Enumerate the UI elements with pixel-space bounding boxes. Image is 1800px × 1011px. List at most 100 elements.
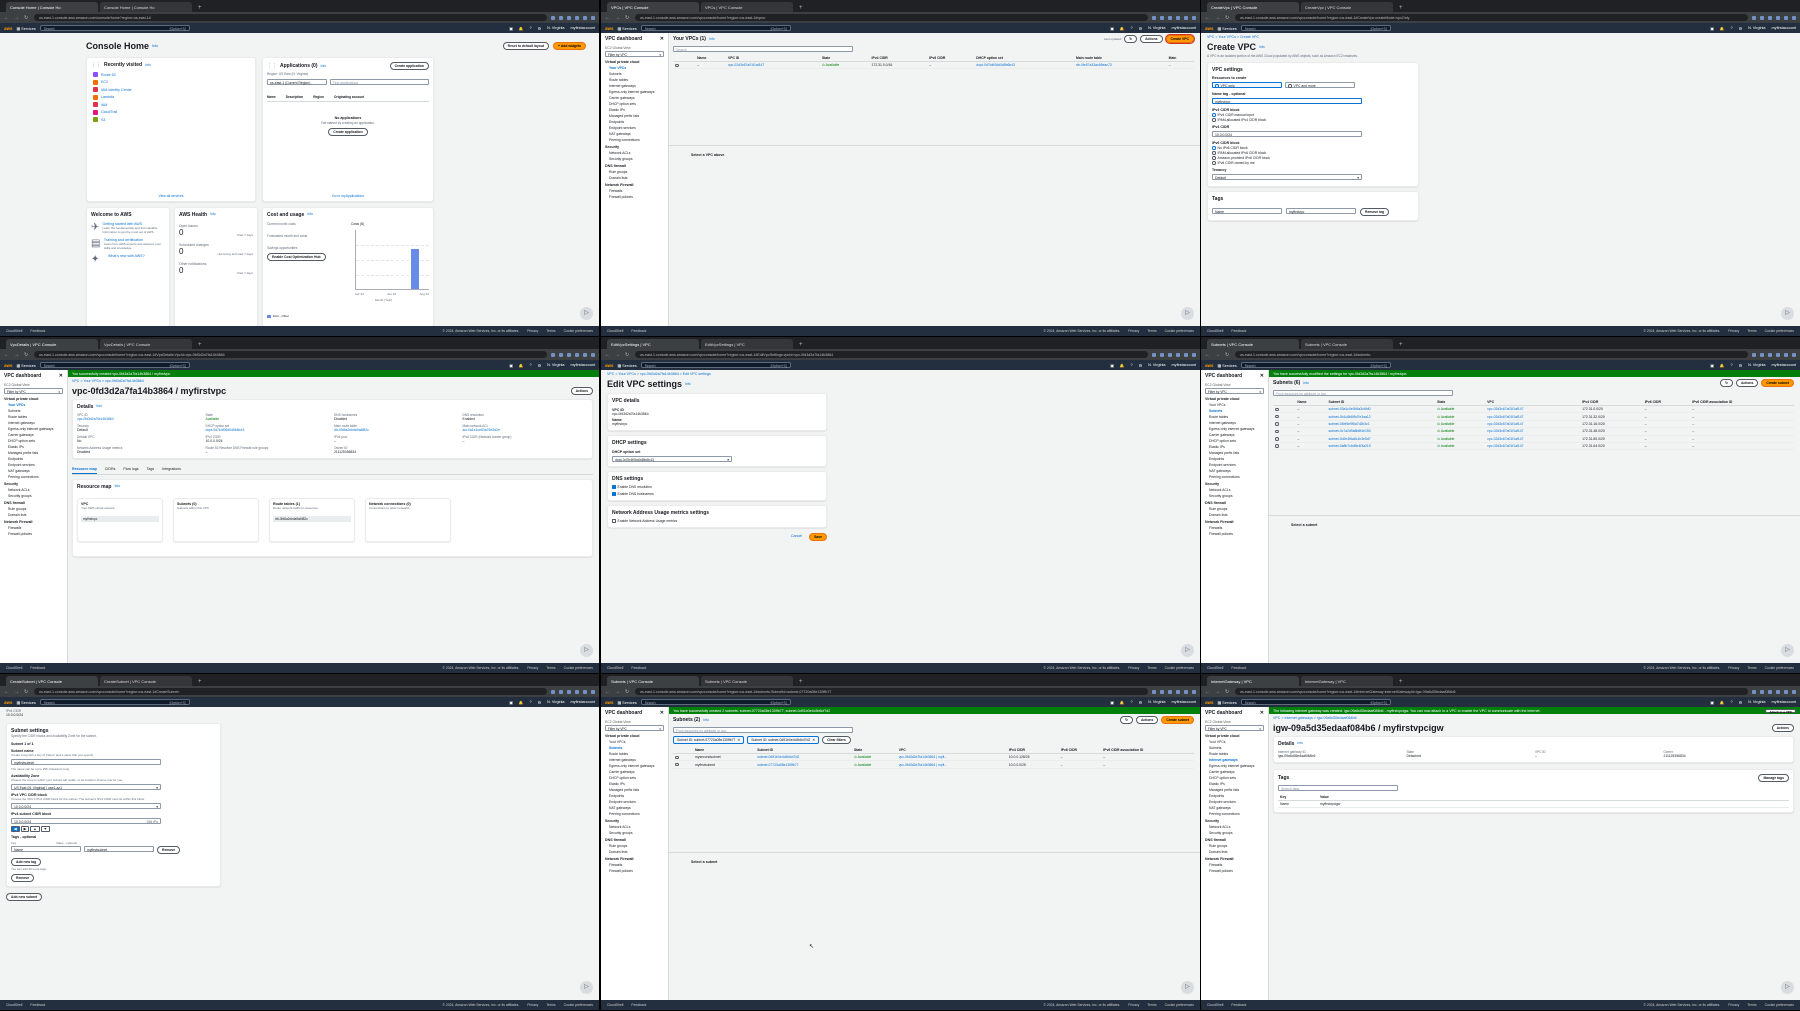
reload-icon[interactable]: ↻ [1225, 689, 1231, 695]
sidebar-title-text[interactable]: VPC dashboard [605, 710, 642, 716]
privacy-link[interactable]: Privacy [527, 1003, 538, 1007]
services-menu-icon[interactable]: ▦ Services [17, 700, 36, 705]
sidebar-item[interactable]: Firewall policies [605, 868, 664, 874]
terms-link[interactable]: Terms [546, 329, 555, 333]
row-select-cell[interactable] [1273, 427, 1296, 436]
filter-by-vpc-select[interactable]: Filter by VPC ▾ [1205, 725, 1264, 731]
terms-link[interactable]: Terms [1747, 329, 1756, 333]
box-value[interactable]: myfirstvpc [81, 516, 159, 522]
tab-2[interactable]: Flow logs [123, 465, 138, 474]
save-button[interactable]: Save [809, 533, 827, 541]
cloudshell-icon[interactable]: ▣ [1110, 363, 1114, 368]
notifications-icon[interactable]: 🔔 [1120, 700, 1125, 705]
extension-icon[interactable] [1152, 689, 1156, 694]
extension-icon[interactable] [1752, 689, 1756, 694]
tag-value-input[interactable]: myfirstsubnet [84, 846, 154, 852]
table-cell[interactable]: subnet-0d2e4f6a8c1b3e5d7 [1326, 435, 1436, 443]
url-field[interactable]: us-east-1.console.aws.amazon.com/vpccons… [34, 351, 547, 358]
table-cell[interactable]: vpc-02d3c67a01f1af147 [725, 61, 820, 70]
create-subnet-button[interactable]: Create subnet [1761, 379, 1794, 387]
extension-icon[interactable] [575, 689, 579, 694]
info-link[interactable]: Info [1303, 381, 1309, 385]
sidebar-section-0[interactable]: Virtual private cloud [605, 60, 664, 64]
sidebar-title-text[interactable]: VPC dashboard [1205, 373, 1242, 379]
ec2-global-view-link[interactable]: EC2 Global View [1205, 383, 1264, 387]
account-menu[interactable]: myfirstaccount [1772, 26, 1796, 30]
detail-value[interactable]: acl-0a1e1ce63a76e3d2e [463, 428, 589, 432]
ipv6-option[interactable]: IPv6 CIDR owned by me [1212, 161, 1414, 165]
ipv6-option[interactable]: No IPv6 CIDR block [1212, 146, 1414, 150]
feedback-link[interactable]: Feedback [1231, 1003, 1246, 1007]
radio-button[interactable] [1212, 156, 1216, 160]
feedback-link[interactable]: Feedback [631, 666, 646, 670]
service-link[interactable]: CloudTrail [101, 110, 117, 114]
back-icon[interactable]: ← [4, 352, 10, 358]
back-icon[interactable]: ← [605, 689, 611, 695]
cloudshell-icon[interactable]: ▣ [1110, 26, 1114, 31]
find-applications-input[interactable]: Find applications [329, 79, 429, 85]
sidebar-section-1[interactable]: Security [605, 145, 664, 149]
console-search-input[interactable]: Search [Option+S] [1240, 699, 1391, 705]
help-icon[interactable]: ? [1731, 700, 1733, 704]
extension-icon[interactable] [583, 15, 587, 20]
column-header[interactable]: Name [267, 95, 276, 99]
table-row[interactable]: – vpc-02d3c67a01f1af147 ⊙ Available 172.31.… [673, 61, 1194, 70]
reload-icon[interactable]: ↻ [625, 689, 631, 695]
table-cell[interactable]: vpc-02d3c67a01f1af147 [1485, 412, 1581, 421]
cloudshell-link[interactable]: CloudShell [607, 1003, 623, 1007]
info-link[interactable]: Info [114, 484, 120, 490]
url-field[interactable]: us-east-1.console.aws.amazon.com/vpccons… [635, 688, 1148, 695]
table-cell[interactable]: subnet-0a8b7c6d5e4f3a219 [1326, 442, 1436, 451]
new-tab-icon[interactable]: + [1395, 342, 1407, 349]
split-divider[interactable] [669, 145, 1200, 146]
sidebar-section-3[interactable]: Network Firewall [1205, 520, 1264, 524]
account-menu[interactable]: myfirstaccount [1172, 363, 1196, 367]
sidebar-item[interactable]: Security groups [605, 830, 664, 836]
browser-tab-active[interactable]: Subnets | VPC Console [1207, 339, 1299, 349]
extension-icon[interactable] [1760, 352, 1764, 357]
new-tab-icon[interactable]: + [1395, 5, 1407, 12]
privacy-link[interactable]: Privacy [527, 666, 538, 670]
new-tab-icon[interactable]: + [194, 679, 206, 686]
detail-value[interactable]: vpc-0fd3d2a7fa14b3864 [77, 417, 203, 421]
new-tab-icon[interactable]: + [795, 679, 807, 686]
row-checkbox[interactable] [1275, 444, 1279, 448]
feedback-fab-icon[interactable]: ▷ [1181, 307, 1194, 320]
box-value[interactable]: rtb-0fd6a2cbda9a6f82c [273, 516, 351, 522]
cloudshell-icon[interactable]: ▣ [509, 363, 513, 368]
privacy-link[interactable]: Privacy [527, 329, 538, 333]
filter-token[interactable]: Subnet ID: subnet-07720a08e130ffb77 ✕ [673, 736, 745, 744]
extension-icon[interactable] [1776, 689, 1780, 694]
table-cell[interactable]: vpc-02d3c67a01f1af147 [1485, 420, 1581, 429]
privacy-link[interactable]: Privacy [1728, 1003, 1739, 1007]
tags-expander[interactable]: Tags - optional [11, 835, 216, 839]
extension-icon[interactable] [575, 15, 579, 20]
checkbox[interactable] [612, 485, 616, 489]
info-link[interactable]: Info [307, 212, 313, 218]
services-menu-icon[interactable]: ▦ Services [17, 363, 36, 368]
feedback-fab-icon[interactable]: ▷ [1781, 307, 1794, 320]
filter-token[interactable]: Subnet ID: subnet-0d91b0e4c5b6cf7d2 ✕ [747, 736, 820, 744]
checkbox[interactable] [612, 519, 616, 523]
aws-logo-icon[interactable]: aws [1205, 700, 1214, 705]
back-icon[interactable]: ← [1205, 352, 1211, 358]
browser-tab-active[interactable]: InternetGateway | VPC [1207, 676, 1299, 686]
extension-icon[interactable] [567, 689, 571, 694]
settings-icon[interactable]: ⚙ [1139, 700, 1142, 705]
actions-button[interactable]: Actions [1135, 716, 1159, 724]
services-menu-icon[interactable]: ▦ Services [1218, 26, 1237, 31]
vpc-cidr-select[interactable]: 10.0.0.0/24 ▾ [11, 803, 161, 809]
extension-icon[interactable] [1176, 689, 1180, 694]
forward-icon[interactable]: → [1215, 689, 1221, 695]
extension-icon[interactable] [1792, 15, 1796, 20]
sidebar-section-2[interactable]: DNS firewall [4, 501, 63, 505]
refresh-button[interactable]: ↻ [1120, 716, 1133, 724]
extension-icon[interactable] [1768, 15, 1772, 20]
extension-icon[interactable] [559, 352, 563, 357]
forward-icon[interactable]: → [1215, 15, 1221, 21]
name-tag-input[interactable]: myfirstvpc [1212, 98, 1362, 104]
notifications-icon[interactable]: 🔔 [1720, 26, 1725, 31]
extension-icon[interactable] [1768, 352, 1772, 357]
actions-button[interactable]: Actions [570, 387, 593, 395]
cloudshell-icon[interactable]: ▣ [1110, 700, 1114, 705]
